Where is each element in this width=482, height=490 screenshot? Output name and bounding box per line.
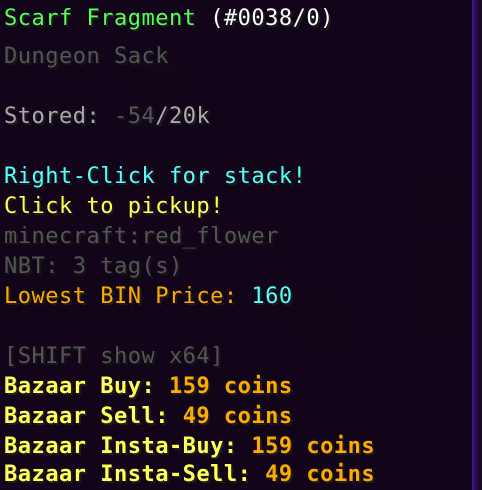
bazaar-insta-buy-line: Bazaar Insta-Buy: 159 coins (4, 434, 375, 460)
right-click-hint: Right-Click for stack! (4, 164, 307, 189)
lowest-bin-line: Lowest BIN Price: 160 (4, 284, 293, 310)
stored-value: -54 (113, 104, 156, 129)
nbt-tags: NBT: 3 tag(s) (4, 254, 183, 279)
item-subtitle: Dungeon Sack (4, 44, 169, 69)
bazaar-insta-sell-line: Bazaar Insta-Sell: 49 coins (4, 462, 375, 488)
item-tooltip: Scarf Fragment (#0038/0) Dungeon Sack St… (0, 0, 478, 490)
registry-id: minecraft:red_flower (4, 224, 279, 249)
stored-line: Stored: -54/20k (4, 104, 210, 130)
stored-label: Stored: (4, 104, 114, 129)
bazaar-insta-sell-label: Bazaar Insta-Sell: (4, 462, 266, 487)
bazaar-insta-buy-label: Bazaar Insta-Buy: (4, 434, 252, 459)
lowest-bin-value: 160 (251, 284, 293, 309)
bazaar-buy-line: Bazaar Buy: 159 coins (4, 374, 293, 400)
click-pickup-hint: Click to pickup! (4, 194, 224, 219)
stored-separator: / (155, 104, 169, 129)
item-title: Scarf Fragment (#0038/0) (4, 6, 334, 32)
stored-capacity: 20k (168, 104, 211, 129)
bazaar-insta-sell-value: 49 coins (265, 462, 376, 487)
shift-hint: [SHIFT show x64] (4, 344, 224, 369)
bazaar-sell-label: Bazaar Sell: (4, 404, 183, 429)
bazaar-sell-value: 49 coins (182, 404, 293, 429)
bazaar-buy-value: 159 coins (168, 374, 293, 399)
game-screen: Scarf Fragment (#0038/0) Dungeon Sack St… (0, 0, 482, 490)
bazaar-insta-buy-value: 159 coins (251, 434, 376, 459)
bazaar-buy-label: Bazaar Buy: (4, 374, 169, 399)
bazaar-sell-line: Bazaar Sell: 49 coins (4, 404, 293, 430)
lowest-bin-label: Lowest BIN Price: (4, 284, 252, 309)
item-id: (#0038/0) (210, 6, 334, 31)
item-name: Scarf Fragment (4, 6, 197, 31)
